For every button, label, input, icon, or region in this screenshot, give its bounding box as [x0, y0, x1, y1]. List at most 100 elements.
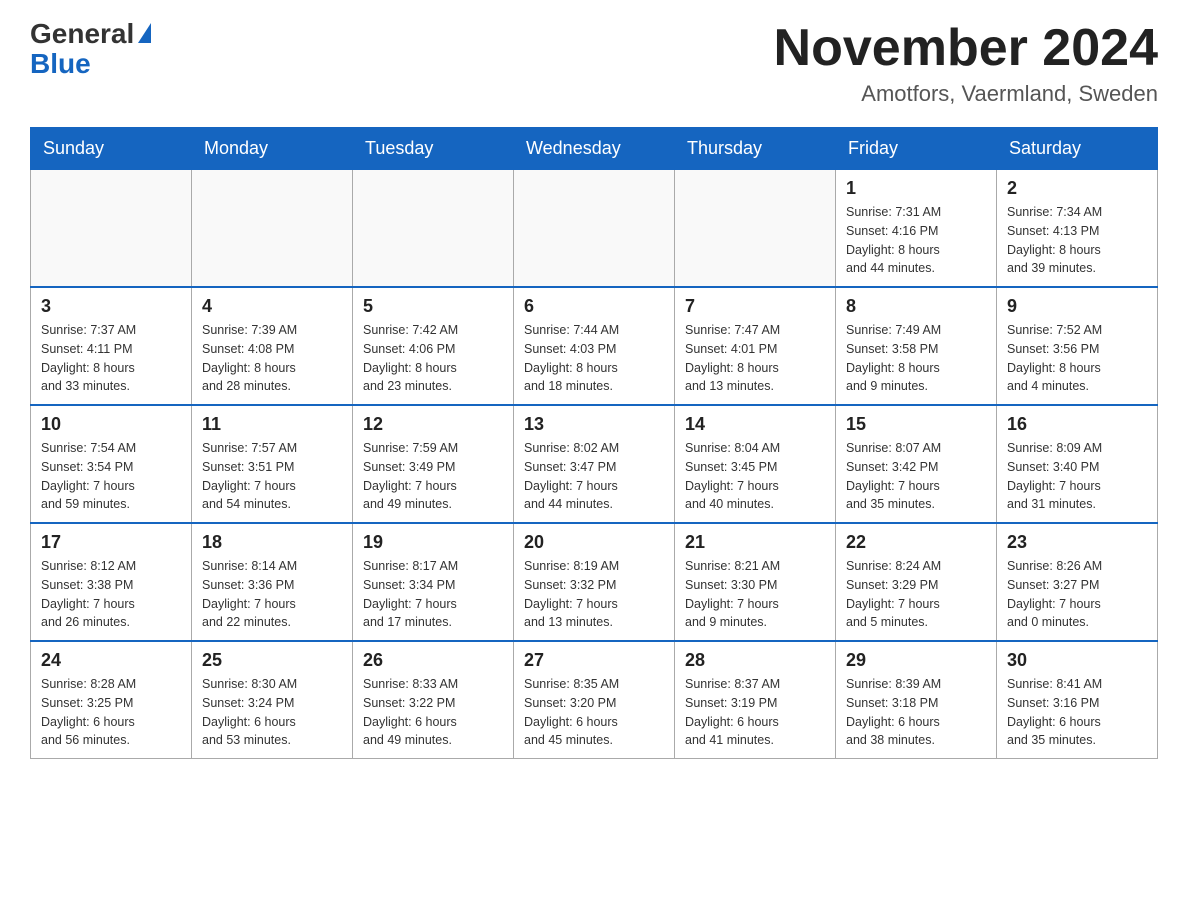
calendar-day-cell: 3 Sunrise: 7:37 AM Sunset: 4:11 PM Daylig… [31, 287, 192, 405]
day-number: 11 [202, 414, 342, 435]
calendar-day-cell: 4 Sunrise: 7:39 AM Sunset: 4:08 PM Daylig… [192, 287, 353, 405]
weekday-header-wednesday: Wednesday [514, 128, 675, 170]
calendar-day-cell: 18Sunrise: 8:14 AM Sunset: 3:36 PM Dayli… [192, 523, 353, 641]
calendar-day-cell: 2 Sunrise: 7:34 AM Sunset: 4:13 PM Daylig… [997, 170, 1158, 288]
day-info: Sunrise: 7:52 AM Sunset: 3:56 PM Dayligh… [1007, 321, 1147, 396]
calendar-day-cell: 1Sunrise: 7:31 AM Sunset: 4:16 PM Daylig… [836, 170, 997, 288]
day-number: 17 [41, 532, 181, 553]
day-number: 30 [1007, 650, 1147, 671]
day-number: 1 [846, 178, 986, 199]
day-info: Sunrise: 7:54 AM Sunset: 3:54 PM Dayligh… [41, 439, 181, 514]
calendar-week-row: 1Sunrise: 7:31 AM Sunset: 4:16 PM Daylig… [31, 170, 1158, 288]
calendar-day-cell: 20 Sunrise: 8:19 AM Sunset: 3:32 PM Dayli… [514, 523, 675, 641]
calendar-day-cell: 12 Sunrise: 7:59 AM Sunset: 3:49 PM Dayli… [353, 405, 514, 523]
calendar-day-cell [514, 170, 675, 288]
calendar-week-row: 10Sunrise: 7:54 AM Sunset: 3:54 PM Dayli… [31, 405, 1158, 523]
day-info: Sunrise: 8:09 AM Sunset: 3:40 PM Dayligh… [1007, 439, 1147, 514]
day-number: 29 [846, 650, 986, 671]
day-info: Sunrise: 8:07 AM Sunset: 3:42 PM Dayligh… [846, 439, 986, 514]
logo-general-text: General [30, 20, 134, 48]
day-info: Sunrise: 8:12 AM Sunset: 3:38 PM Dayligh… [41, 557, 181, 632]
calendar-table: SundayMondayTuesdayWednesdayThursdayFrid… [30, 127, 1158, 759]
day-number: 4 [202, 296, 342, 317]
day-number: 23 [1007, 532, 1147, 553]
calendar-day-cell: 25 Sunrise: 8:30 AM Sunset: 3:24 PM Dayli… [192, 641, 353, 759]
calendar-day-cell: 9 Sunrise: 7:52 AM Sunset: 3:56 PM Daylig… [997, 287, 1158, 405]
day-info: Sunrise: 7:39 AM Sunset: 4:08 PM Dayligh… [202, 321, 342, 396]
day-info: Sunrise: 7:34 AM Sunset: 4:13 PM Dayligh… [1007, 203, 1147, 278]
day-number: 27 [524, 650, 664, 671]
day-info: Sunrise: 7:37 AM Sunset: 4:11 PM Dayligh… [41, 321, 181, 396]
calendar-day-cell [675, 170, 836, 288]
calendar-day-cell: 29 Sunrise: 8:39 AM Sunset: 3:18 PM Dayli… [836, 641, 997, 759]
title-section: November 2024 Amotfors, Vaermland, Swede… [774, 20, 1158, 107]
day-info: Sunrise: 8:35 AM Sunset: 3:20 PM Dayligh… [524, 675, 664, 750]
day-number: 19 [363, 532, 503, 553]
page-header: General Blue November 2024 Amotfors, Vae… [30, 20, 1158, 107]
day-info: Sunrise: 7:44 AM Sunset: 4:03 PM Dayligh… [524, 321, 664, 396]
calendar-day-cell: 30Sunrise: 8:41 AM Sunset: 3:16 PM Dayli… [997, 641, 1158, 759]
day-info: Sunrise: 8:19 AM Sunset: 3:32 PM Dayligh… [524, 557, 664, 632]
weekday-header-friday: Friday [836, 128, 997, 170]
calendar-day-cell [353, 170, 514, 288]
day-number: 21 [685, 532, 825, 553]
calendar-week-row: 24 Sunrise: 8:28 AM Sunset: 3:25 PM Dayli… [31, 641, 1158, 759]
day-number: 2 [1007, 178, 1147, 199]
calendar-day-cell: 11 Sunrise: 7:57 AM Sunset: 3:51 PM Dayli… [192, 405, 353, 523]
day-number: 20 [524, 532, 664, 553]
day-info: Sunrise: 8:14 AM Sunset: 3:36 PM Dayligh… [202, 557, 342, 632]
weekday-header-saturday: Saturday [997, 128, 1158, 170]
day-number: 25 [202, 650, 342, 671]
day-info: Sunrise: 8:26 AM Sunset: 3:27 PM Dayligh… [1007, 557, 1147, 632]
calendar-day-cell: 26 Sunrise: 8:33 AM Sunset: 3:22 PM Dayli… [353, 641, 514, 759]
day-number: 16 [1007, 414, 1147, 435]
day-info: Sunrise: 7:59 AM Sunset: 3:49 PM Dayligh… [363, 439, 503, 514]
day-info: Sunrise: 8:04 AM Sunset: 3:45 PM Dayligh… [685, 439, 825, 514]
calendar-day-cell: 19Sunrise: 8:17 AM Sunset: 3:34 PM Dayli… [353, 523, 514, 641]
calendar-day-cell: 27 Sunrise: 8:35 AM Sunset: 3:20 PM Dayli… [514, 641, 675, 759]
calendar-day-cell: 5Sunrise: 7:42 AM Sunset: 4:06 PM Daylig… [353, 287, 514, 405]
day-number: 6 [524, 296, 664, 317]
day-number: 5 [363, 296, 503, 317]
day-info: Sunrise: 7:57 AM Sunset: 3:51 PM Dayligh… [202, 439, 342, 514]
weekday-header-sunday: Sunday [31, 128, 192, 170]
day-number: 15 [846, 414, 986, 435]
day-number: 3 [41, 296, 181, 317]
calendar-day-cell: 28 Sunrise: 8:37 AM Sunset: 3:19 PM Dayli… [675, 641, 836, 759]
logo-blue-text: Blue [30, 48, 91, 80]
day-info: Sunrise: 8:28 AM Sunset: 3:25 PM Dayligh… [41, 675, 181, 750]
day-info: Sunrise: 8:33 AM Sunset: 3:22 PM Dayligh… [363, 675, 503, 750]
day-info: Sunrise: 8:02 AM Sunset: 3:47 PM Dayligh… [524, 439, 664, 514]
calendar-day-cell: 17 Sunrise: 8:12 AM Sunset: 3:38 PM Dayli… [31, 523, 192, 641]
calendar-day-cell: 15 Sunrise: 8:07 AM Sunset: 3:42 PM Dayli… [836, 405, 997, 523]
day-info: Sunrise: 8:24 AM Sunset: 3:29 PM Dayligh… [846, 557, 986, 632]
calendar-day-cell: 22 Sunrise: 8:24 AM Sunset: 3:29 PM Dayli… [836, 523, 997, 641]
weekday-header-row: SundayMondayTuesdayWednesdayThursdayFrid… [31, 128, 1158, 170]
day-number: 28 [685, 650, 825, 671]
weekday-header-tuesday: Tuesday [353, 128, 514, 170]
calendar-day-cell: 14Sunrise: 8:04 AM Sunset: 3:45 PM Dayli… [675, 405, 836, 523]
calendar-day-cell [31, 170, 192, 288]
day-info: Sunrise: 7:47 AM Sunset: 4:01 PM Dayligh… [685, 321, 825, 396]
day-info: Sunrise: 8:21 AM Sunset: 3:30 PM Dayligh… [685, 557, 825, 632]
day-number: 22 [846, 532, 986, 553]
calendar-day-cell: 16 Sunrise: 8:09 AM Sunset: 3:40 PM Dayli… [997, 405, 1158, 523]
day-number: 8 [846, 296, 986, 317]
calendar-day-cell: 21 Sunrise: 8:21 AM Sunset: 3:30 PM Dayli… [675, 523, 836, 641]
calendar-day-cell: 10Sunrise: 7:54 AM Sunset: 3:54 PM Dayli… [31, 405, 192, 523]
day-number: 24 [41, 650, 181, 671]
day-number: 9 [1007, 296, 1147, 317]
day-number: 12 [363, 414, 503, 435]
calendar-week-row: 17 Sunrise: 8:12 AM Sunset: 3:38 PM Dayli… [31, 523, 1158, 641]
day-info: Sunrise: 8:30 AM Sunset: 3:24 PM Dayligh… [202, 675, 342, 750]
day-number: 26 [363, 650, 503, 671]
calendar-day-cell [192, 170, 353, 288]
day-info: Sunrise: 8:37 AM Sunset: 3:19 PM Dayligh… [685, 675, 825, 750]
day-info: Sunrise: 7:49 AM Sunset: 3:58 PM Dayligh… [846, 321, 986, 396]
day-info: Sunrise: 8:39 AM Sunset: 3:18 PM Dayligh… [846, 675, 986, 750]
calendar-day-cell: 8 Sunrise: 7:49 AM Sunset: 3:58 PM Daylig… [836, 287, 997, 405]
calendar-day-cell: 13 Sunrise: 8:02 AM Sunset: 3:47 PM Dayli… [514, 405, 675, 523]
month-title: November 2024 [774, 20, 1158, 77]
weekday-header-monday: Monday [192, 128, 353, 170]
day-number: 13 [524, 414, 664, 435]
